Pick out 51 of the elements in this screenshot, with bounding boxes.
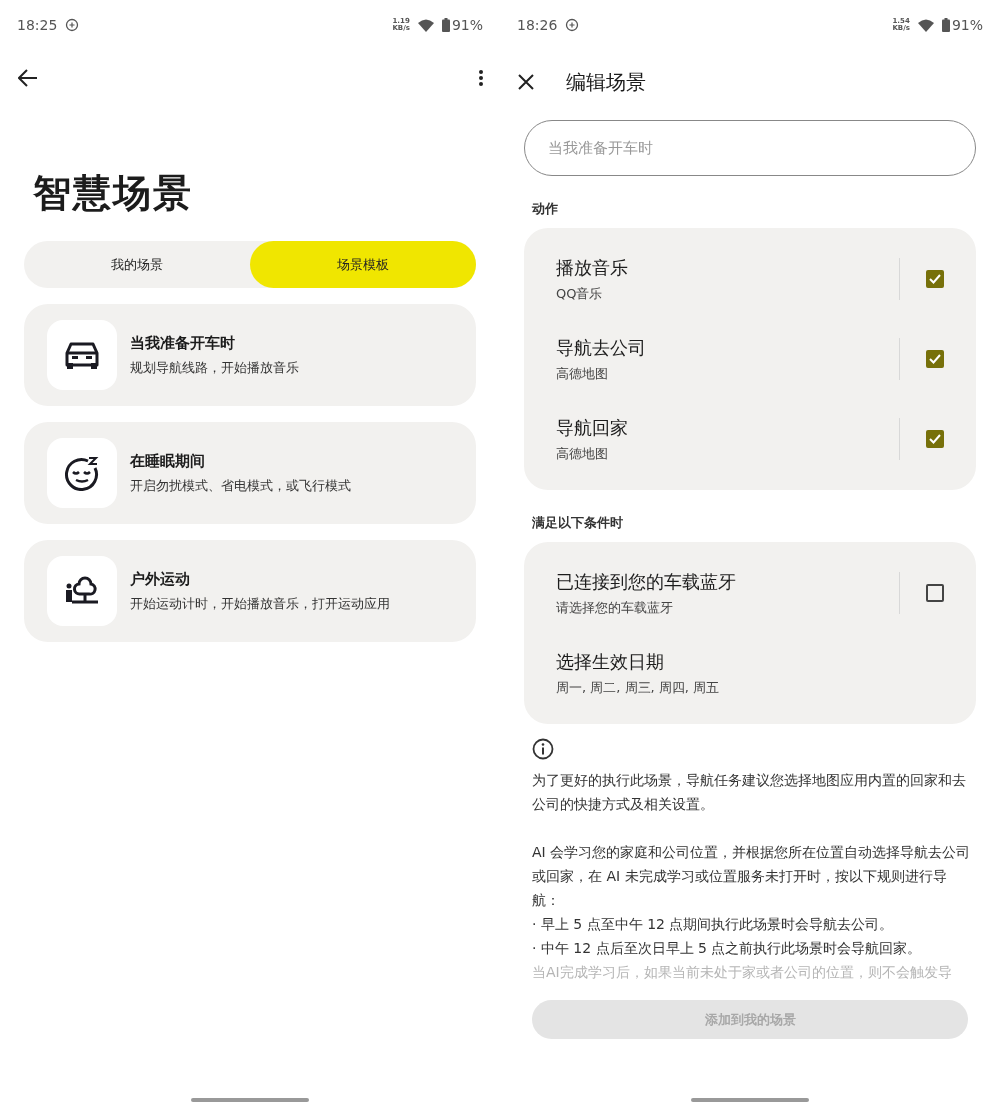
template-description: 开启勿扰模式、省电模式，或飞行模式 (130, 476, 351, 495)
template-title: 户外运动 (130, 569, 191, 589)
template-description: 规划导航线路，开始播放音乐 (130, 358, 299, 377)
info-text: · 早上 5 点至中午 12 点期间执行此场景时会导航去公司。 (532, 915, 895, 934)
screen-title: 编辑场景 (566, 68, 646, 96)
wifi-icon (917, 18, 934, 32)
info-text: 为了更好的执行此场景，导航任务建议您选择地图应用内置的回家和去公司的快捷方式及相关设置。 (532, 771, 967, 814)
condition-detail: 请选择您的车载蓝牙 (556, 598, 674, 617)
back-icon[interactable] (18, 69, 38, 87)
status-time: 18:25 (17, 17, 58, 33)
battery-icon (441, 18, 450, 32)
checkbox[interactable] (926, 584, 944, 602)
scene-name-field[interactable]: 当我准备开车时 (524, 120, 976, 176)
status-time: 18:26 (517, 17, 558, 33)
more-icon[interactable] (478, 69, 484, 87)
action-app: 高德地图 (556, 364, 609, 383)
template-title: 当我准备开车时 (130, 333, 236, 353)
action-app: 高德地图 (556, 444, 609, 463)
tab[interactable]: 我的场景 (24, 241, 250, 288)
section-label: 满足以下条件时 (532, 514, 624, 532)
condition-title: 已连接到您的车载蓝牙 (556, 569, 737, 594)
tab[interactable]: 场景模板 (250, 241, 476, 288)
action-title: 导航回家 (556, 415, 629, 440)
checkbox[interactable] (926, 270, 944, 288)
status-icon (565, 18, 580, 32)
template-title: 在睡眠期间 (130, 451, 206, 471)
info-text: 当AI完成学习后，如果当前未处于家或者公司的位置，则不会触发导 (532, 963, 953, 982)
checkbox[interactable] (926, 350, 944, 368)
battery-icon (941, 18, 950, 32)
template-card[interactable]: 在睡眠期间 开启勿扰模式、省电模式，或飞行模式 (24, 422, 476, 524)
condition-title: 选择生效日期 (556, 649, 665, 674)
status-icon (65, 18, 80, 32)
template-card[interactable]: 户外运动 开始运动计时，开始播放音乐，打开运动应用 (24, 540, 476, 642)
wifi-icon (417, 18, 434, 32)
checkbox[interactable] (926, 430, 944, 448)
info-text: · 中午 12 点后至次日早上 5 点之前执行此场景时会导航回家。 (532, 939, 923, 958)
template-description: 开始运动计时，开始播放音乐，打开运动应用 (130, 594, 390, 613)
sleeping-face-icon (64, 455, 100, 491)
condition-detail: 周一, 周二, 周三, 周四, 周五 (556, 678, 721, 697)
action-title: 导航去公司 (556, 335, 647, 360)
section-label: 动作 (532, 200, 559, 218)
template-card[interactable]: 当我准备开车时 规划导航线路，开始播放音乐 (24, 304, 476, 406)
action-app: QQ音乐 (556, 284, 604, 303)
car-icon (63, 341, 101, 369)
action-title: 播放音乐 (556, 255, 629, 280)
info-icon (532, 738, 554, 760)
battery-level: 91% (451, 17, 483, 33)
info-text: AI 会学习您的家庭和公司位置，并根据您所在位置自动选择导航去公司或回家，在 AI 未完成学习或位置服务未打开时，按以下规则进行导航： (532, 843, 972, 910)
page-title: 智慧场景 (33, 170, 194, 217)
battery-level: 91% (951, 17, 983, 33)
close-icon[interactable] (518, 74, 534, 90)
